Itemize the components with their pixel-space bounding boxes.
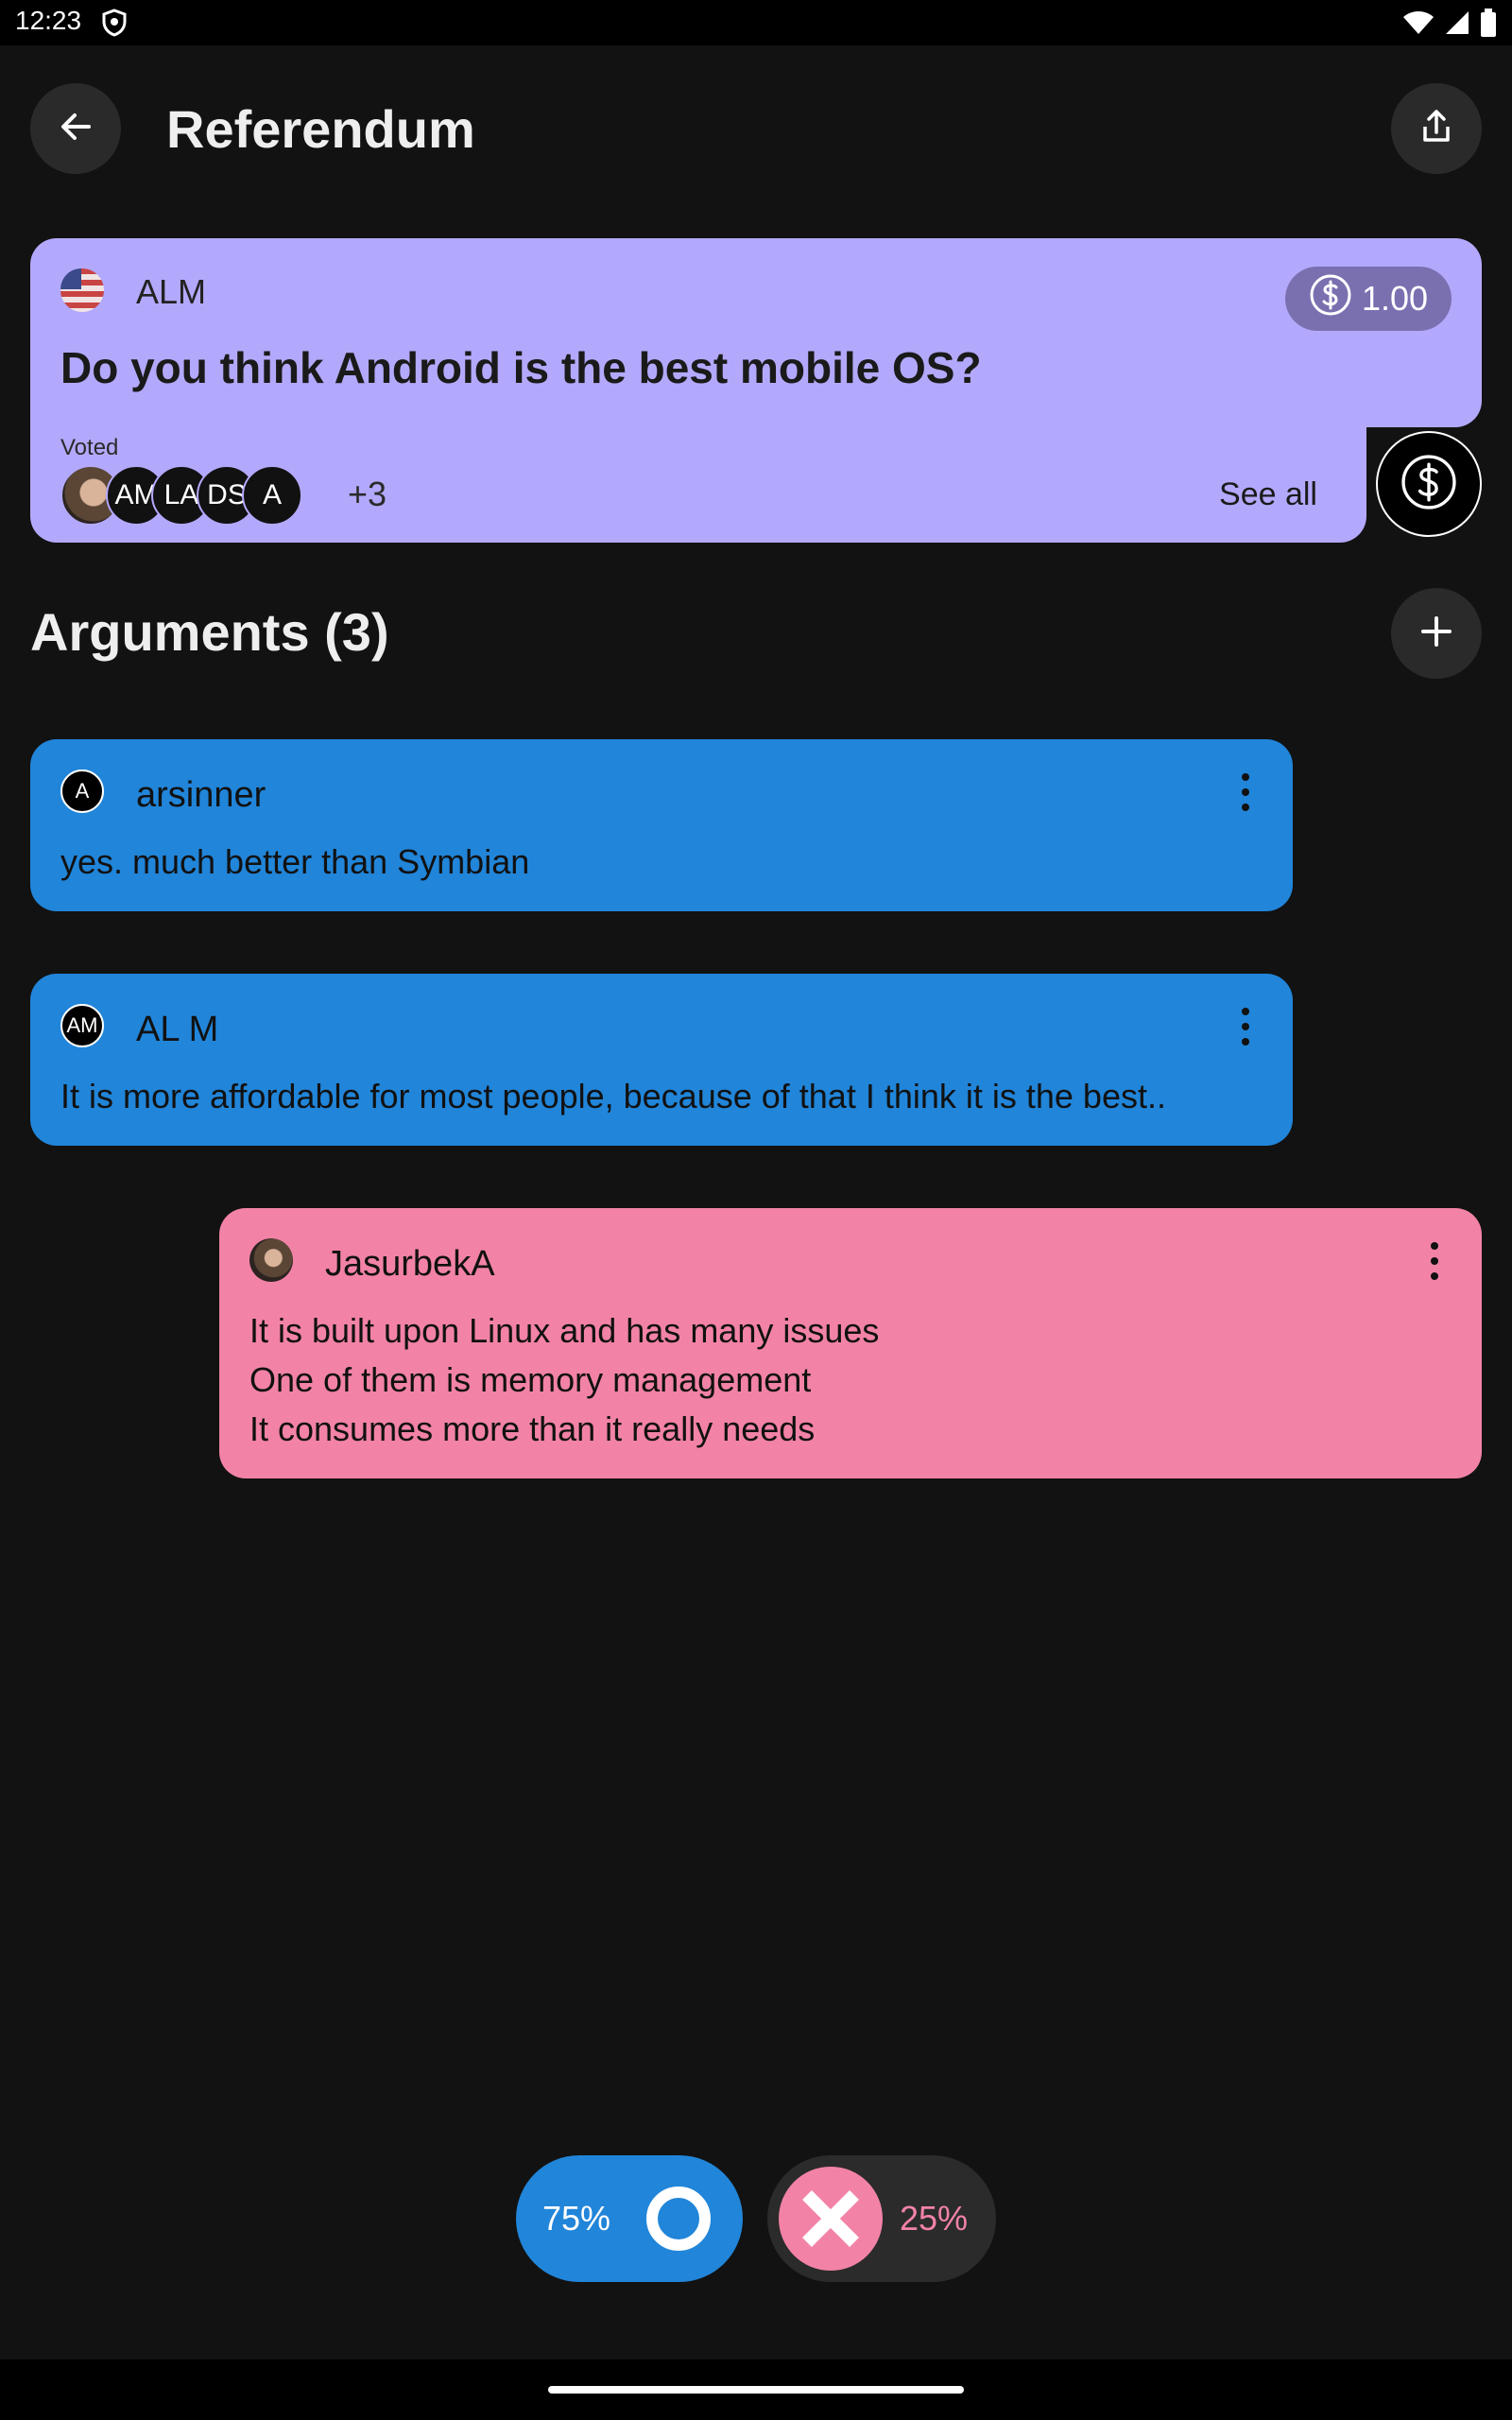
voted-label: Voted [60,435,119,460]
donate-button[interactable] [1376,431,1482,537]
signal-icon [1444,9,1470,41]
more-options-icon[interactable] [1236,1008,1255,1046]
arrow-left-icon [57,108,94,150]
share-button[interactable] [1391,83,1482,174]
argument-card[interactable]: A arsinner yes. much better than Symbian [30,739,1293,911]
argument-text: It is built upon Linux and has many issu… [249,1311,880,1448]
argument-avatar: A [60,769,104,813]
question-card[interactable]: ALM 1.00 Do you think Android is the bes… [30,238,1482,543]
share-icon [1418,108,1455,150]
status-bar: 12:23 [0,0,1512,45]
argument-author: JasurbekA [325,1244,495,1284]
battery-icon [1480,9,1497,42]
vote-no-button[interactable]: 25% [767,2155,996,2282]
wifi-icon [1402,9,1435,41]
yes-percentage: 75% [542,2199,611,2238]
navigation-bar [0,2360,1512,2420]
argument-text: yes. much better than Symbian [60,842,530,881]
author-avatar [60,268,104,312]
dollar-icon [1309,273,1352,325]
arguments-heading: Arguments (3) [30,602,389,662]
dollar-icon [1400,453,1458,516]
argument-text: It is more affordable for most people, b… [60,1077,1166,1115]
close-icon [779,2167,883,2271]
plus-icon [1418,613,1455,655]
voters-more-count: +3 [348,475,387,513]
page-title: Referendum [166,99,475,159]
no-percentage: 25% [900,2199,969,2238]
reward-amount: 1.00 [1361,279,1429,318]
argument-avatar: AM [60,1004,104,1047]
argument-card[interactable]: JasurbekA It is built upon Linux and has… [219,1208,1482,1478]
circle-icon [646,2187,711,2251]
voters-list[interactable]: AM LA DS A +3 [60,465,438,526]
add-argument-button[interactable] [1391,588,1482,679]
argument-author: AL M [136,1010,219,1049]
shield-icon [102,9,127,42]
vote-yes-button[interactable]: 75% [516,2155,743,2282]
argument-author: arsinner [136,775,266,815]
more-options-icon[interactable] [1236,773,1255,811]
argument-avatar [249,1238,293,1282]
back-button[interactable] [30,83,121,174]
status-time: 12:23 [15,6,82,35]
more-options-icon[interactable] [1425,1242,1444,1280]
reward-badge: 1.00 [1285,267,1452,331]
question-author: ALM [136,272,207,311]
see-all-link[interactable]: See all [1219,476,1317,513]
question-text: Do you think Android is the best mobile … [60,343,982,392]
argument-card[interactable]: AM AL M It is more affordable for most p… [30,974,1293,1146]
home-gesture-handle[interactable] [548,2386,964,2394]
voter-avatar: A [242,465,302,526]
